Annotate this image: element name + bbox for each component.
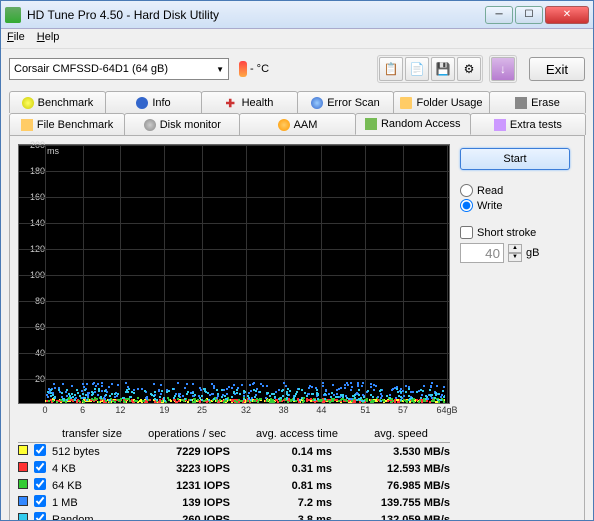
table-row: 1 MB139 IOPS7.2 ms139.755 MB/s xyxy=(18,494,450,511)
speed-value: 132.059 MB/s xyxy=(352,514,450,521)
short-stroke-checkbox[interactable]: Short stroke xyxy=(460,226,570,239)
row-checkbox[interactable] xyxy=(34,461,46,473)
table-header: transfer size operations / sec avg. acce… xyxy=(18,426,450,443)
tab-content: ms 20406080100120140160180200 0612192532… xyxy=(9,135,585,521)
access-time-value: 7.2 ms xyxy=(242,497,352,509)
stroke-unit-label: gB xyxy=(526,247,539,259)
search-icon xyxy=(311,97,323,109)
transfer-size: 1 MB xyxy=(52,497,132,509)
folder-icon xyxy=(400,97,412,109)
spin-down-button[interactable]: ▼ xyxy=(508,253,522,262)
table-row: 64 KB1231 IOPS0.81 ms76.985 MB/s xyxy=(18,477,450,494)
thermometer-icon xyxy=(239,61,247,77)
access-time-value: 0.14 ms xyxy=(242,446,352,458)
access-time-chart: ms 20406080100120140160180200 0612192532… xyxy=(18,144,450,404)
iops-value: 260 IOPS xyxy=(132,514,242,521)
iops-value: 1231 IOPS xyxy=(132,480,242,492)
drive-select[interactable]: Corsair CMFSSD-64D1 (64 gB) ▼ xyxy=(9,58,229,80)
minimize-tray-button[interactable]: ↓ xyxy=(491,57,515,81)
copy-screenshot-button[interactable]: 📄 xyxy=(405,57,429,81)
random-icon xyxy=(365,118,377,130)
tab-info[interactable]: Info xyxy=(105,91,202,113)
tab-disk-monitor[interactable]: Disk monitor xyxy=(124,113,240,135)
menubar: File Help xyxy=(1,29,593,49)
app-window: HD Tune Pro 4.50 - Hard Disk Utility ─ ☐… xyxy=(0,0,594,521)
start-button[interactable]: Start xyxy=(460,148,570,170)
menu-file[interactable]: File xyxy=(7,31,25,46)
file-icon xyxy=(21,119,33,131)
minimize-button[interactable]: ─ xyxy=(485,6,513,24)
row-checkbox[interactable] xyxy=(34,478,46,490)
transfer-size: 512 bytes xyxy=(52,446,132,458)
table-row: Random260 IOPS3.8 ms132.059 MB/s xyxy=(18,511,450,521)
tab-file-benchmark[interactable]: File Benchmark xyxy=(9,113,125,135)
tab-folder-usage[interactable]: Folder Usage xyxy=(393,91,490,113)
tabs-row-2: File Benchmark Disk monitor AAM Random A… xyxy=(9,113,585,135)
tab-benchmark[interactable]: Benchmark xyxy=(9,91,106,113)
iops-value: 139 IOPS xyxy=(132,497,242,509)
read-radio[interactable]: Read xyxy=(460,184,570,197)
window-title: HD Tune Pro 4.50 - Hard Disk Utility xyxy=(27,8,485,22)
color-swatch xyxy=(18,496,28,506)
tabs-row-1: Benchmark Info ✚Health Error Scan Folder… xyxy=(9,91,585,113)
color-swatch xyxy=(18,462,28,472)
color-swatch xyxy=(18,445,28,455)
speed-value: 12.593 MB/s xyxy=(352,463,450,475)
close-button[interactable]: ✕ xyxy=(545,6,589,24)
iops-value: 3223 IOPS xyxy=(132,463,242,475)
chevron-down-icon: ▼ xyxy=(216,65,224,74)
tab-random-access[interactable]: Random Access xyxy=(355,113,471,135)
y-axis-label: ms xyxy=(47,146,59,156)
save-button[interactable]: 💾 xyxy=(431,57,455,81)
speaker-icon xyxy=(278,119,290,131)
transfer-size: 4 KB xyxy=(52,463,132,475)
table-row: 512 bytes7229 IOPS0.14 ms3.530 MB/s xyxy=(18,443,450,460)
access-time-value: 0.31 ms xyxy=(242,463,352,475)
access-time-value: 3.8 ms xyxy=(242,514,352,521)
tab-health[interactable]: ✚Health xyxy=(201,91,298,113)
flask-icon xyxy=(494,119,506,131)
temperature-display: -°C xyxy=(239,61,269,77)
tab-aam[interactable]: AAM xyxy=(239,113,355,135)
color-swatch xyxy=(18,479,28,489)
tab-erase[interactable]: Erase xyxy=(489,91,586,113)
disk-icon xyxy=(144,119,156,131)
info-icon xyxy=(136,97,148,109)
speed-value: 3.530 MB/s xyxy=(352,446,450,458)
write-radio[interactable]: Write xyxy=(460,199,570,212)
health-icon: ✚ xyxy=(226,97,238,109)
app-icon xyxy=(5,7,21,23)
color-swatch xyxy=(18,513,28,521)
speed-value: 139.755 MB/s xyxy=(352,497,450,509)
transfer-size: Random xyxy=(52,514,132,521)
row-checkbox[interactable] xyxy=(34,495,46,507)
spin-up-button[interactable]: ▲ xyxy=(508,244,522,253)
table-row: 4 KB3223 IOPS0.31 ms12.593 MB/s xyxy=(18,460,450,477)
trash-icon xyxy=(515,97,527,109)
results-table: transfer size operations / sec avg. acce… xyxy=(18,426,450,521)
row-checkbox[interactable] xyxy=(34,444,46,456)
tab-error-scan[interactable]: Error Scan xyxy=(297,91,394,113)
row-checkbox[interactable] xyxy=(34,512,46,521)
exit-button[interactable]: Exit xyxy=(529,57,585,81)
tab-extra-tests[interactable]: Extra tests xyxy=(470,113,586,135)
access-time-value: 0.81 ms xyxy=(242,480,352,492)
transfer-size: 64 KB xyxy=(52,480,132,492)
short-stroke-input[interactable] xyxy=(460,243,504,263)
maximize-button[interactable]: ☐ xyxy=(515,6,543,24)
speed-value: 76.985 MB/s xyxy=(352,480,450,492)
menu-help[interactable]: Help xyxy=(37,31,60,46)
copy-info-button[interactable]: 📋 xyxy=(379,57,403,81)
benchmark-icon xyxy=(22,97,34,109)
titlebar: HD Tune Pro 4.50 - Hard Disk Utility ─ ☐… xyxy=(1,1,593,29)
options-button[interactable]: ⚙ xyxy=(457,57,481,81)
iops-value: 7229 IOPS xyxy=(132,446,242,458)
drive-select-value: Corsair CMFSSD-64D1 (64 gB) xyxy=(14,63,168,75)
toolbar: Corsair CMFSSD-64D1 (64 gB) ▼ -°C 📋 📄 💾 … xyxy=(1,49,593,89)
